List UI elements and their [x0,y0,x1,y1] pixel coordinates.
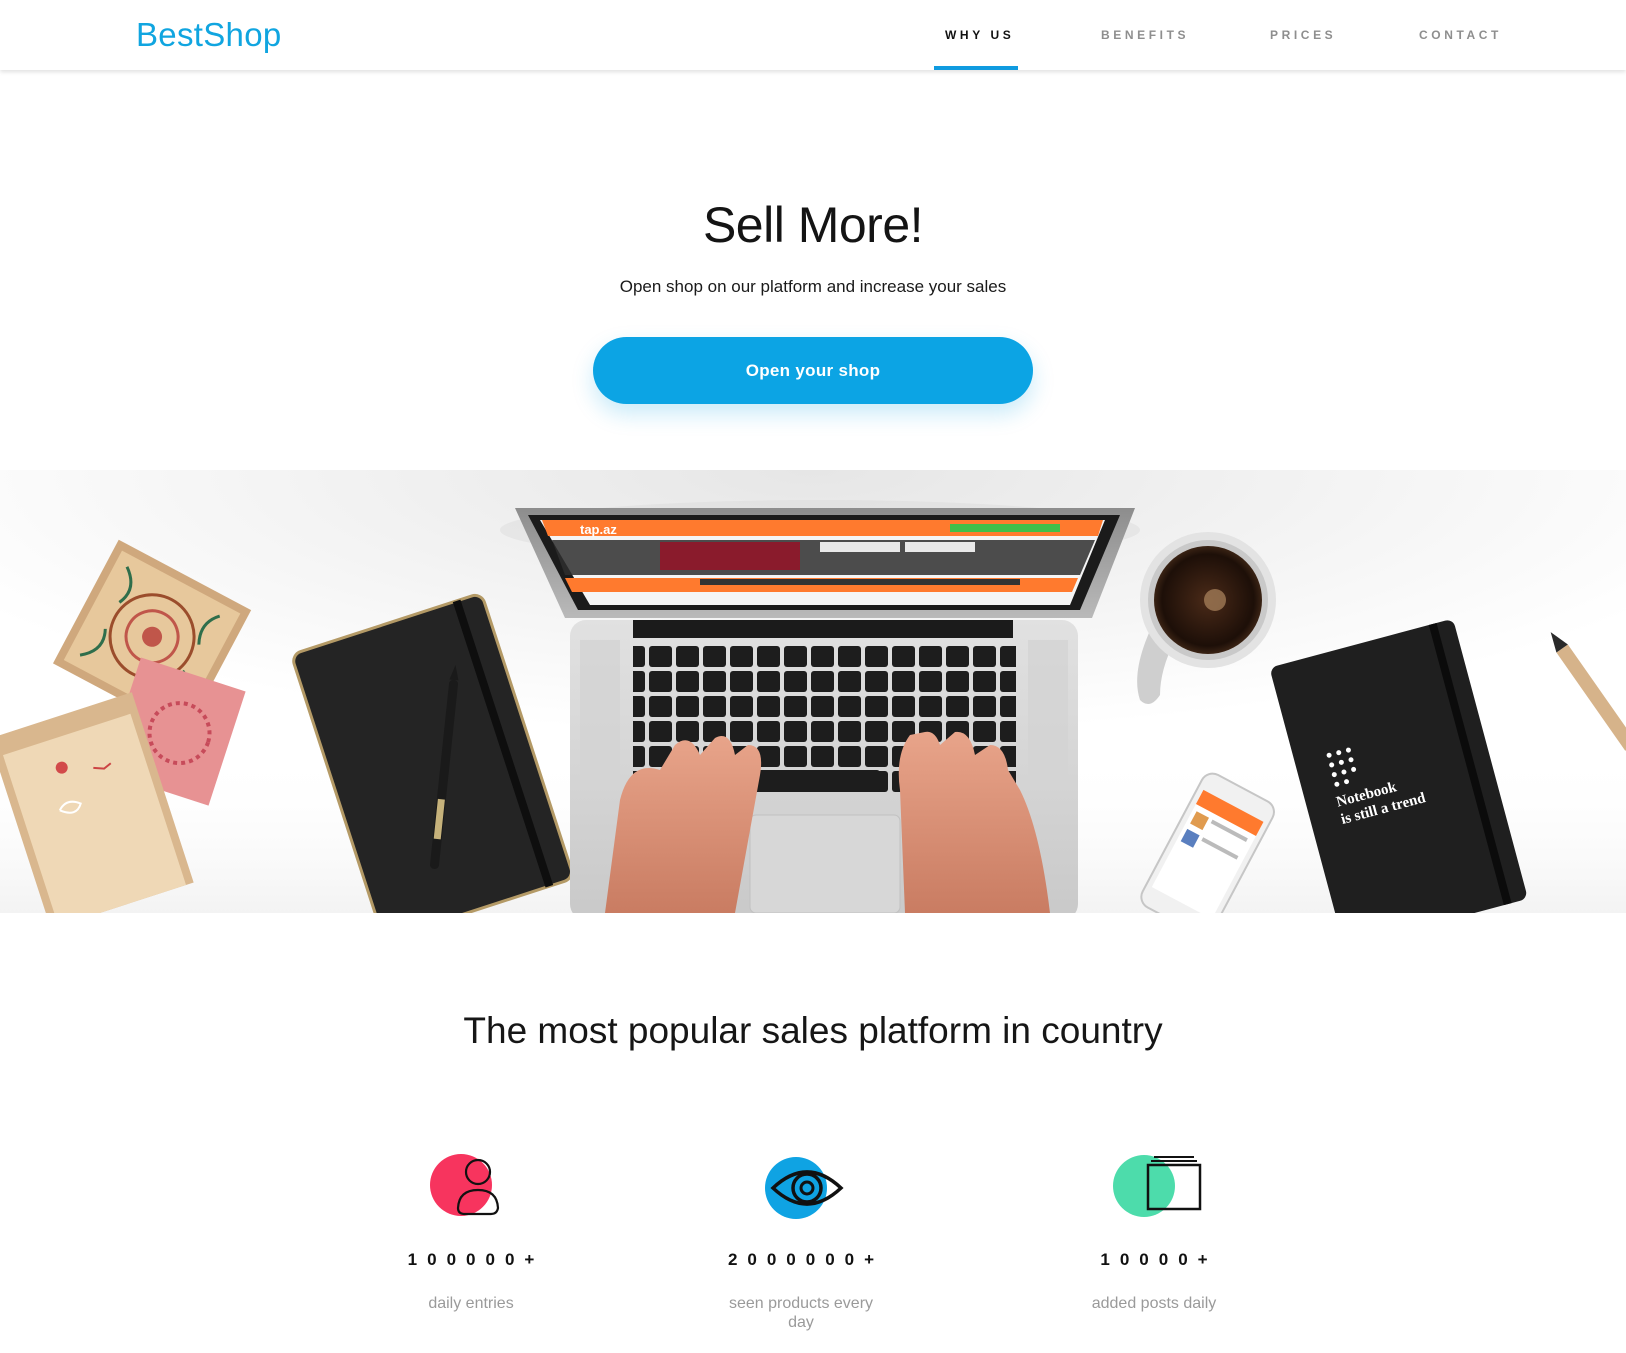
stat-daily-entries: 100000+ daily entries [351,1150,591,1313]
section-title: The most popular sales platform in count… [463,1010,1163,1051]
logo[interactable]: BestShop [136,16,282,54]
eye-icon [751,1150,851,1230]
user-icon [421,1150,521,1230]
hero-desk-image: tap.az Notebook is still a trend [0,470,1626,913]
nav-item-why-us[interactable]: WHY US [945,28,1014,42]
nav-item-contact[interactable]: CONTACT [1419,28,1502,42]
open-shop-button[interactable]: Open your shop [593,337,1033,404]
nav-item-prices[interactable]: PRICES [1270,28,1336,42]
stat-value: 2000000+ [727,1250,885,1269]
cards-icon [1104,1150,1204,1230]
screen-brand-text: tap.az [580,522,617,537]
nav-item-benefits[interactable]: BENEFITS [1101,28,1189,42]
active-nav-indicator [934,66,1018,70]
hero-subtitle: Open shop on our platform and increase y… [619,277,1007,296]
stat-value: 10000+ [1100,1250,1218,1269]
stat-value: 100000+ [407,1250,545,1269]
stat-label: seen products every day [728,1295,874,1331]
decor-laptop: tap.az [500,500,1140,913]
stat-added-posts: 10000+ added posts daily [1034,1150,1274,1313]
stat-label: added posts daily [1091,1295,1217,1312]
stat-label: daily entries [428,1295,514,1312]
site-header: BestShop WHY US BENEFITS PRICES CONTACT [0,0,1626,70]
stat-seen-products: 2000000+ seen products every day [681,1150,921,1332]
hero-title: Sell More! [702,197,924,253]
